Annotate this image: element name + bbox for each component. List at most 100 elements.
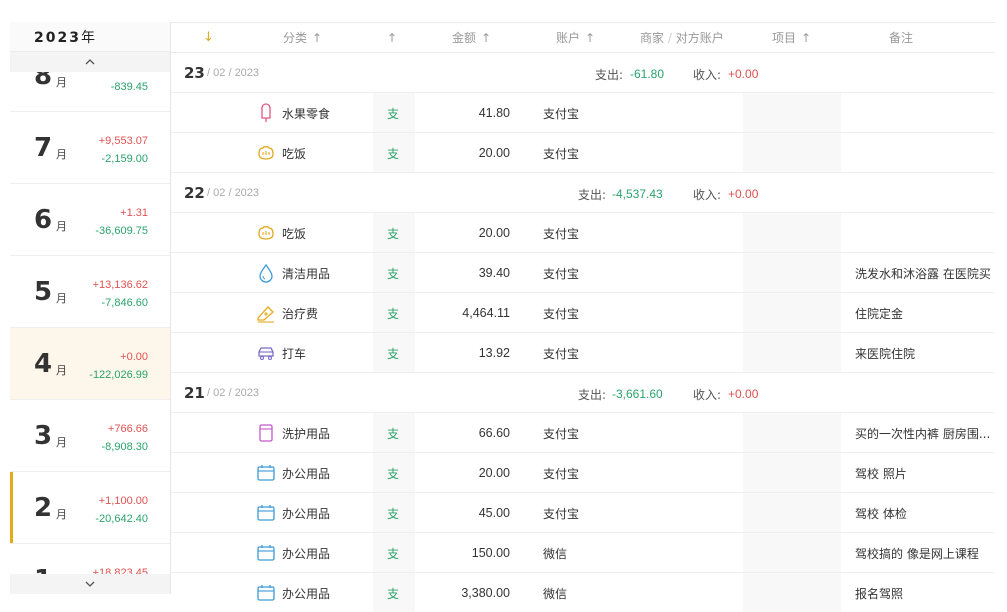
table-row[interactable]: 吃饭 支 20.00 支付宝 xyxy=(171,213,995,253)
sort-arrow-icon: ↑ xyxy=(312,31,323,45)
group-day: 21 xyxy=(184,384,205,402)
month-list: 8 月 -839.45 7 月 +9,553.07 -2,159.00 6 月 … xyxy=(10,40,170,594)
row-amount: 13.92 xyxy=(478,346,510,360)
row-note: 洗发水和沐浴露 在医院买 xyxy=(855,267,991,281)
year-selector[interactable]: 2023年 xyxy=(10,22,170,52)
row-category: 治疗费 xyxy=(282,307,319,321)
header-note[interactable]: 备注 xyxy=(889,23,913,53)
group-date: / 02 / 2023 xyxy=(207,67,260,79)
header-account[interactable]: 账户 ↑ xyxy=(556,23,595,53)
month-unit: 月 xyxy=(56,508,67,521)
month-number: 4 xyxy=(34,349,53,379)
table-row[interactable]: 洗护用品 支 66.60 支付宝 买的一次性内裤 厨房围... xyxy=(171,413,995,453)
header-category[interactable]: 分类 ↑ xyxy=(283,23,322,53)
group-date: / 02 / 2023 xyxy=(207,187,260,199)
group-day: 23 xyxy=(184,64,205,82)
year-suffix: 年 xyxy=(80,30,95,46)
month-item-7[interactable]: 7 月 +9,553.07 -2,159.00 xyxy=(10,112,170,184)
month-item-6[interactable]: 6 月 +1.31 -36,609.75 xyxy=(10,184,170,256)
row-amount: 20.00 xyxy=(478,146,510,160)
group-income-label: 收入: xyxy=(693,68,722,82)
table-row[interactable]: 治疗费 支 4,464.11 支付宝 住院定金 xyxy=(171,293,995,333)
header-merchant[interactable]: 商家 / 对方账户 xyxy=(640,23,724,53)
row-category: 办公用品 xyxy=(282,547,331,561)
row-amount: 20.00 xyxy=(478,226,510,240)
row-category: 吃饭 xyxy=(282,227,307,241)
table-row[interactable]: 打车 支 13.92 支付宝 来医院住院 xyxy=(171,333,995,373)
group-expense-value: -4,537.43 xyxy=(612,187,663,201)
row-account: 支付宝 xyxy=(543,467,580,481)
year-value: 2023 xyxy=(34,30,81,46)
sort-arrow-icon: ↑ xyxy=(387,31,398,45)
row-note: 买的一次性内裤 厨房围... xyxy=(855,427,991,441)
month-expense: -7,846.60 xyxy=(101,297,148,309)
row-account: 支付宝 xyxy=(543,427,580,441)
calendar-icon xyxy=(257,545,275,561)
row-account: 微信 xyxy=(543,587,568,601)
row-amount: 150.00 xyxy=(471,546,510,560)
month-number: 7 xyxy=(34,133,53,163)
row-type: 支 xyxy=(387,507,400,521)
month-item-4[interactable]: 4 月 +0.00 -122,026.99 xyxy=(10,328,170,400)
table-row[interactable]: 办公用品 支 150.00 微信 驾校搞的 像是网上课程 xyxy=(171,533,995,573)
row-amount: 39.40 xyxy=(478,266,510,280)
group-expense-label: 支出: xyxy=(578,188,607,202)
header-project[interactable]: 项目 ↑ xyxy=(772,23,811,53)
row-category: 打车 xyxy=(282,347,307,361)
table-row[interactable]: 吃饭 支 20.00 支付宝 xyxy=(171,133,995,173)
row-type: 支 xyxy=(387,107,400,121)
group-income-label: 收入: xyxy=(693,388,722,402)
month-income: +9,553.07 xyxy=(98,135,148,147)
row-note: 住院定金 xyxy=(855,307,904,321)
group-day: 22 xyxy=(184,184,205,202)
group-income-label: 收入: xyxy=(693,188,722,202)
chevron-down-icon xyxy=(85,581,95,587)
row-account: 微信 xyxy=(543,547,568,561)
month-income: +766.66 xyxy=(107,423,148,435)
row-category: 办公用品 xyxy=(282,587,331,601)
group-expense-value: -61.80 xyxy=(630,67,665,81)
month-item-3[interactable]: 3 月 +766.66 -8,908.30 xyxy=(10,400,170,472)
month-expense: -122,026.99 xyxy=(89,369,148,381)
scroll-down-button[interactable] xyxy=(10,574,170,594)
month-unit: 月 xyxy=(56,148,67,161)
month-number: 5 xyxy=(34,277,53,307)
medical-tag-icon xyxy=(257,306,274,323)
row-account: 支付宝 xyxy=(543,227,580,241)
row-account: 支付宝 xyxy=(543,267,580,281)
taxi-icon xyxy=(258,347,274,361)
row-type: 支 xyxy=(387,587,400,601)
sort-arrow-icon: ↑ xyxy=(585,31,596,45)
row-account: 支付宝 xyxy=(543,107,580,121)
group-expense-label: 支出: xyxy=(578,388,607,402)
row-amount: 66.60 xyxy=(478,426,510,440)
table-row[interactable]: 清洁用品 支 39.40 支付宝 洗发水和沐浴露 在医院买 xyxy=(171,253,995,293)
date-group-header: 23 / 02 / 2023 支出: -61.80 收入: +0.00 xyxy=(171,53,995,93)
month-expense: -839.45 xyxy=(110,81,148,93)
sort-arrow-icon: ↑ xyxy=(801,31,812,45)
row-amount: 45.00 xyxy=(478,506,510,520)
month-item-2[interactable]: 2 月 +1,100.00 -20,642.40 xyxy=(10,472,170,544)
header-type[interactable]: ↑ xyxy=(387,23,397,53)
water-drop-icon xyxy=(259,263,273,283)
table-row[interactable]: 办公用品 支 45.00 支付宝 驾校 体检 xyxy=(171,493,995,533)
row-note: 驾校 照片 xyxy=(855,467,907,481)
row-type: 支 xyxy=(387,147,400,161)
row-type: 支 xyxy=(387,547,400,561)
scroll-up-button[interactable] xyxy=(10,52,170,72)
sort-arrow-icon: ↓ xyxy=(203,30,214,45)
header-amount[interactable]: 金额 ↑ xyxy=(452,23,491,53)
row-type: 支 xyxy=(387,467,400,481)
group-income-value: +0.00 xyxy=(728,67,759,81)
row-category: 吃饭 xyxy=(282,147,307,161)
table-row[interactable]: 办公用品 支 3,380.00 微信 报名驾照 xyxy=(171,573,995,612)
group-income-value: +0.00 xyxy=(728,387,759,401)
month-item-5[interactable]: 5 月 +13,136.62 -7,846.60 xyxy=(10,256,170,328)
row-account: 支付宝 xyxy=(543,147,580,161)
row-category: 清洁用品 xyxy=(282,267,331,281)
table-row[interactable]: 水果零食 支 41.80 支付宝 xyxy=(171,93,995,133)
row-category: 水果零食 xyxy=(282,107,331,121)
group-expense-label: 支出: xyxy=(595,68,624,82)
table-row[interactable]: 办公用品 支 20.00 支付宝 驾校 照片 xyxy=(171,453,995,493)
sort-date-button[interactable]: ↓ xyxy=(203,23,214,53)
